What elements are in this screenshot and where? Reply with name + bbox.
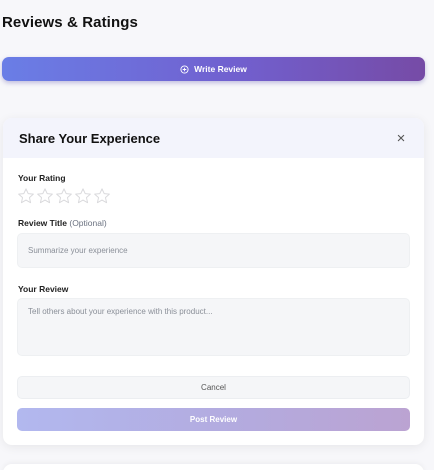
write-review-button[interactable]: Write Review: [2, 57, 425, 81]
circle-plus-icon: [180, 64, 189, 74]
review-body-textarea[interactable]: [17, 298, 410, 356]
write-review-label: Write Review: [194, 64, 247, 74]
star-icon-4[interactable]: [74, 187, 92, 205]
review-form-header: Share Your Experience ×: [3, 118, 424, 158]
star-icon-2[interactable]: [36, 187, 54, 205]
review-title-input[interactable]: [17, 233, 410, 268]
cancel-button[interactable]: Cancel: [17, 376, 410, 399]
close-icon[interactable]: ×: [394, 131, 408, 146]
star-icon-1[interactable]: [17, 187, 35, 205]
star-icon-3[interactable]: [55, 187, 73, 205]
review-title-label-text: Review Title: [18, 218, 67, 228]
review-form-card: Share Your Experience × Your Rating Revi…: [3, 118, 424, 445]
optional-note: (Optional): [69, 218, 107, 228]
page-title: Reviews & Ratings: [2, 14, 138, 31]
next-section-card: [3, 464, 424, 470]
star-icon-5[interactable]: [93, 187, 111, 205]
post-review-button[interactable]: Post Review: [17, 408, 410, 431]
review-title-label: Review Title (Optional): [18, 218, 107, 228]
review-form-title: Share Your Experience: [19, 130, 161, 146]
star-rating-input: [17, 187, 111, 205]
review-body-label: Your Review: [18, 284, 69, 294]
rating-label: Your Rating: [18, 173, 66, 183]
